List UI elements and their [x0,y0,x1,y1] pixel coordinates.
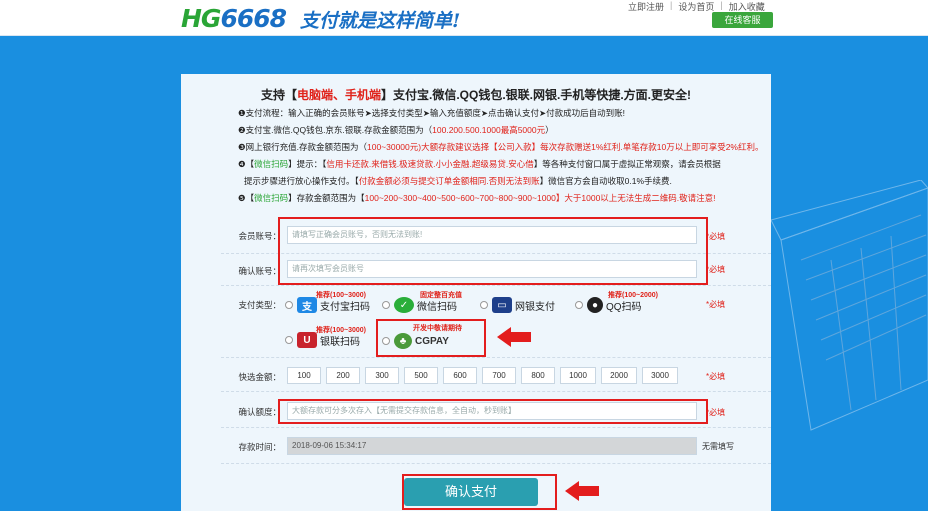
radio-icon[interactable] [285,301,293,309]
info-line-3: ❸网上银行充值.存款金额范围为（100~30000元)大额存款建议选择【公司入款… [238,142,764,152]
info-line-4: ❹【微信扫码】提示：【信用卡还款.来借钱.极速贷款.小小金融.超级易贷.安心借】… [238,159,721,169]
qq-penguin-icon: ● [587,297,603,313]
logo-slogan: 支付就是这样简单! [300,10,461,32]
time-label: 存款时间： [238,442,281,452]
red-arrow-icon [497,327,531,347]
unionpay-icon: U [297,332,317,348]
amount-button[interactable]: 300 [365,367,399,384]
amount-button[interactable]: 700 [482,367,516,384]
pay-option-wechat[interactable]: ✓ 微信扫码 [382,295,457,315]
highlight-box-account [278,217,708,285]
alipay-icon: 支 [297,297,317,313]
amount-button[interactable]: 3000 [642,367,678,384]
info-line-5: 提示步骤进行放心操作支付。【付款金额必须与提交订单金额相同.否则无法到账】微信官… [244,176,672,186]
wechat-icon: ✓ [394,297,414,313]
required-mark: *必填 [706,232,726,241]
pay-option-bank[interactable]: ▭ 网银支付 [480,295,555,315]
page-headline: 支持【电脑端、手机端】支付宝.微信.QQ钱包.银联.网银.手机等快捷.方面.更安… [260,88,692,102]
quick-amount-label: 快选金额： [238,372,281,382]
required-mark: *必填 [706,300,726,309]
site-logo[interactable]: HG 6668 支付就是这样简单! [181,4,461,33]
amount-label: 确认额度： [238,407,281,417]
time-row: 存款时间： 2018-09-06 15:34:17 无需填写 [221,428,771,464]
register-link[interactable]: 立即注册 [628,0,664,13]
radio-icon[interactable] [480,301,488,309]
amount-button[interactable]: 100 [287,367,321,384]
radio-icon[interactable] [285,336,293,344]
required-mark: *必填 [706,408,726,417]
pay-option-alipay[interactable]: 支 支付宝扫码 [285,295,370,315]
logo-number: 6668 [220,4,287,33]
pay-type-label: 支付类型： [238,300,281,310]
unionpay-card-icon: ▭ [492,297,512,313]
highlight-box-amount [278,399,708,424]
amount-button[interactable]: 1000 [560,367,596,384]
radio-icon[interactable] [382,301,390,309]
online-service-button[interactable]: 在线客服 [712,12,773,28]
highlight-box-cgpay [376,319,486,357]
time-note: 无需填写 [702,442,734,451]
set-homepage-link[interactable]: 设为首页 [678,0,714,13]
info-line-1: ❶支付流程：输入正确的会员账号➤选择支付类型➤输入充值额度➤点击确认支付➤付款成… [238,108,625,118]
radio-icon[interactable] [575,301,583,309]
highlight-box-submit [402,474,557,510]
required-mark: *必填 [706,372,726,381]
info-line-6: ❺【微信扫码】存款金额范围为【100~200~300~400~500~600~7… [238,193,716,203]
required-mark: *必填 [706,265,726,274]
amount-button[interactable]: 500 [404,367,438,384]
deposit-time-field: 2018-09-06 15:34:17 [287,437,697,455]
amount-button[interactable]: 200 [326,367,360,384]
logo-hg: HG [181,4,221,33]
top-bar: HG 6668 支付就是这样简单! 立即注册 | 设为首页 | 加入收藏 在线客… [0,0,928,36]
pay-option-qq[interactable]: ● QQ扫码 [575,295,642,315]
red-arrow-icon [565,481,599,501]
amount-button[interactable]: 2000 [601,367,637,384]
amount-button[interactable]: 600 [443,367,477,384]
amount-button[interactable]: 800 [521,367,555,384]
pay-option-unionpay[interactable]: U 银联扫码 [285,330,360,350]
info-line-2: ❷支付宝.微信.QQ钱包.京东.银联.存款金额范围为（100.200.500.1… [238,125,554,135]
laptop-illustration [771,180,928,431]
confirm-label: 确认账号： [238,266,281,276]
member-label: 会员账号： [238,231,281,241]
